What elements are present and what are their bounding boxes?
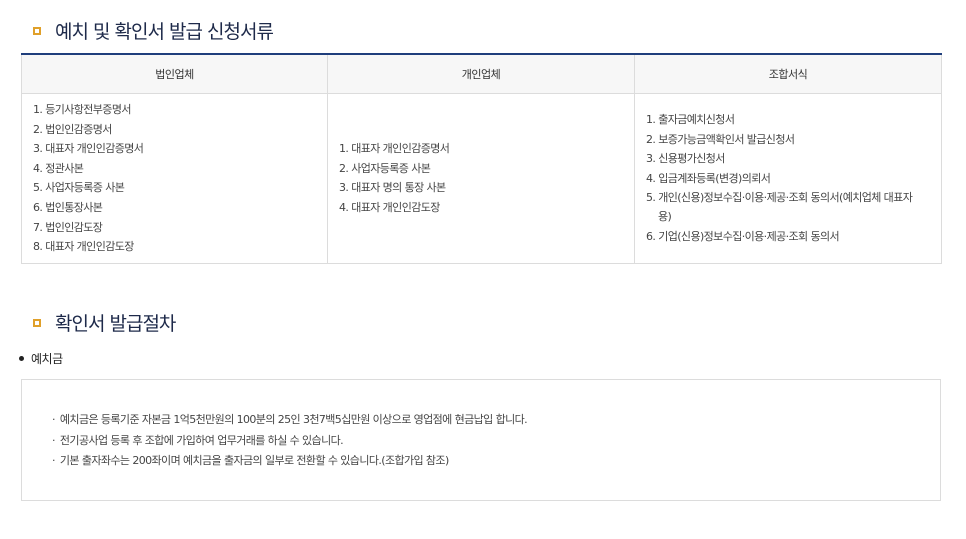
bullet-dot-icon: [19, 356, 24, 361]
square-bullet-icon: [33, 318, 41, 327]
table-row: 1. 등기사항전부증명서 2. 법인인감증명서 3. 대표자 개인인감증명서 4…: [21, 93, 942, 264]
header-union-forms: 조합서식: [634, 54, 942, 94]
list-item: 4. 대표자 개인인감도장: [339, 200, 440, 214]
list-item-text: 전기공사업 등록 후 조합에 가입하여 업무거래를 하실 수 있습니다.: [59, 433, 344, 447]
header-individual: 개인업체: [327, 54, 635, 94]
subheading-text: 예치금: [31, 352, 63, 366]
middot-icon: ·: [52, 433, 55, 447]
list-item: 7. 법인인감도장: [33, 220, 103, 234]
corporate-documents-list: 1. 등기사항전부증명서 2. 법인인감증명서 3. 대표자 개인인감증명서 4…: [33, 100, 316, 257]
section-title-text: 확인서 발급절차: [55, 313, 176, 335]
list-item: 2. 사업자등록증 사본: [339, 161, 431, 175]
deposit-subheading: 예치금: [19, 350, 63, 367]
list-item: 3. 대표자 명의 통장 사본: [339, 181, 446, 195]
list-item: 2. 법인인감증명서: [33, 122, 112, 136]
union-forms-list: 1. 출자금예치신청서 2. 보증가능금액확인서 발급신청서 3. 신용평가신청…: [646, 110, 930, 246]
list-item: 5. 사업자등록증 사본: [33, 181, 125, 195]
list-item-text: 기본 출자좌수는 200좌이며 예치금을 출자금의 일부로 전환할 수 있습니다…: [59, 454, 449, 467]
list-item: · 예치금은 등록기준 자본금 1억5천만원의 100분의 25인 3천7백5십만…: [52, 410, 528, 431]
individual-documents-cell: 1. 대표자 개인인감증명서 2. 사업자등록증 사본 3. 대표자 명의 통장…: [327, 93, 635, 264]
list-item: 4. 입금계좌등록(변경)의뢰서: [646, 171, 771, 185]
individual-documents-list: 1. 대표자 개인인감증명서 2. 사업자등록증 사본 3. 대표자 명의 통장…: [339, 139, 623, 217]
section-title-documents: 예치 및 확인서 발급 신청서류: [33, 17, 274, 44]
list-item: · 기본 출자좌수는 200좌이며 예치금을 출자금의 일부로 전환할 수 있습니…: [52, 451, 527, 472]
list-item-text: 예치금은 등록기준 자본금 1억5천만원의 100분의 25인 3천7백5십만원…: [59, 413, 528, 426]
list-item: 4. 정관사본: [33, 161, 84, 175]
list-item: 3. 대표자 개인인감증명서: [33, 142, 144, 156]
list-item: 2. 보증가능금액확인서 발급신청서: [646, 132, 795, 146]
header-corporate: 법인업체: [21, 54, 328, 94]
corporate-documents-cell: 1. 등기사항전부증명서 2. 법인인감증명서 3. 대표자 개인인감증명서 4…: [21, 93, 328, 264]
union-forms-cell: 1. 출자금예치신청서 2. 보증가능금액확인서 발급신청서 3. 신용평가신청…: [634, 93, 942, 264]
middot-icon: ·: [52, 454, 55, 467]
middot-icon: ·: [52, 413, 55, 426]
list-item: · 전기공사업 등록 후 조합에 가입하여 업무거래를 하실 수 있습니다.: [52, 431, 527, 452]
list-item: 1. 대표자 개인인감증명서: [339, 142, 450, 156]
square-bullet-icon: [33, 26, 41, 35]
section-title-procedure: 확인서 발급절차: [33, 309, 176, 336]
deposit-info-list: · 예치금은 등록기준 자본금 1억5천만원의 100분의 25인 3천7백5십만…: [52, 410, 528, 472]
list-item: 5. 개인(신용)정보수집·이용·제공·조회 동의서(예치업체 대표자: [646, 191, 913, 205]
documents-table: 법인업체 개인업체 조합서식 1. 등기사항전부증명서 2. 법인인감증명서 3…: [21, 53, 942, 264]
list-item: 6. 법인통장사본: [33, 200, 103, 214]
section-title-text: 예치 및 확인서 발급 신청서류: [55, 21, 274, 43]
list-item: 8. 대표자 개인인감도장: [33, 240, 134, 254]
list-item: 3. 신용평가신청서: [646, 152, 725, 166]
list-item: 6. 기업(신용)정보수집·이용·제공·조회 동의서: [646, 229, 840, 243]
deposit-info-box: · 예치금은 등록기준 자본금 1억5천만원의 100분의 25인 3천7백5십만…: [21, 379, 941, 501]
list-item: 용): [658, 210, 672, 224]
list-item: 1. 등기사항전부증명서: [33, 103, 131, 116]
table-header-row: 법인업체 개인업체 조합서식: [21, 54, 942, 94]
list-item: 1. 출자금예치신청서: [646, 113, 735, 127]
